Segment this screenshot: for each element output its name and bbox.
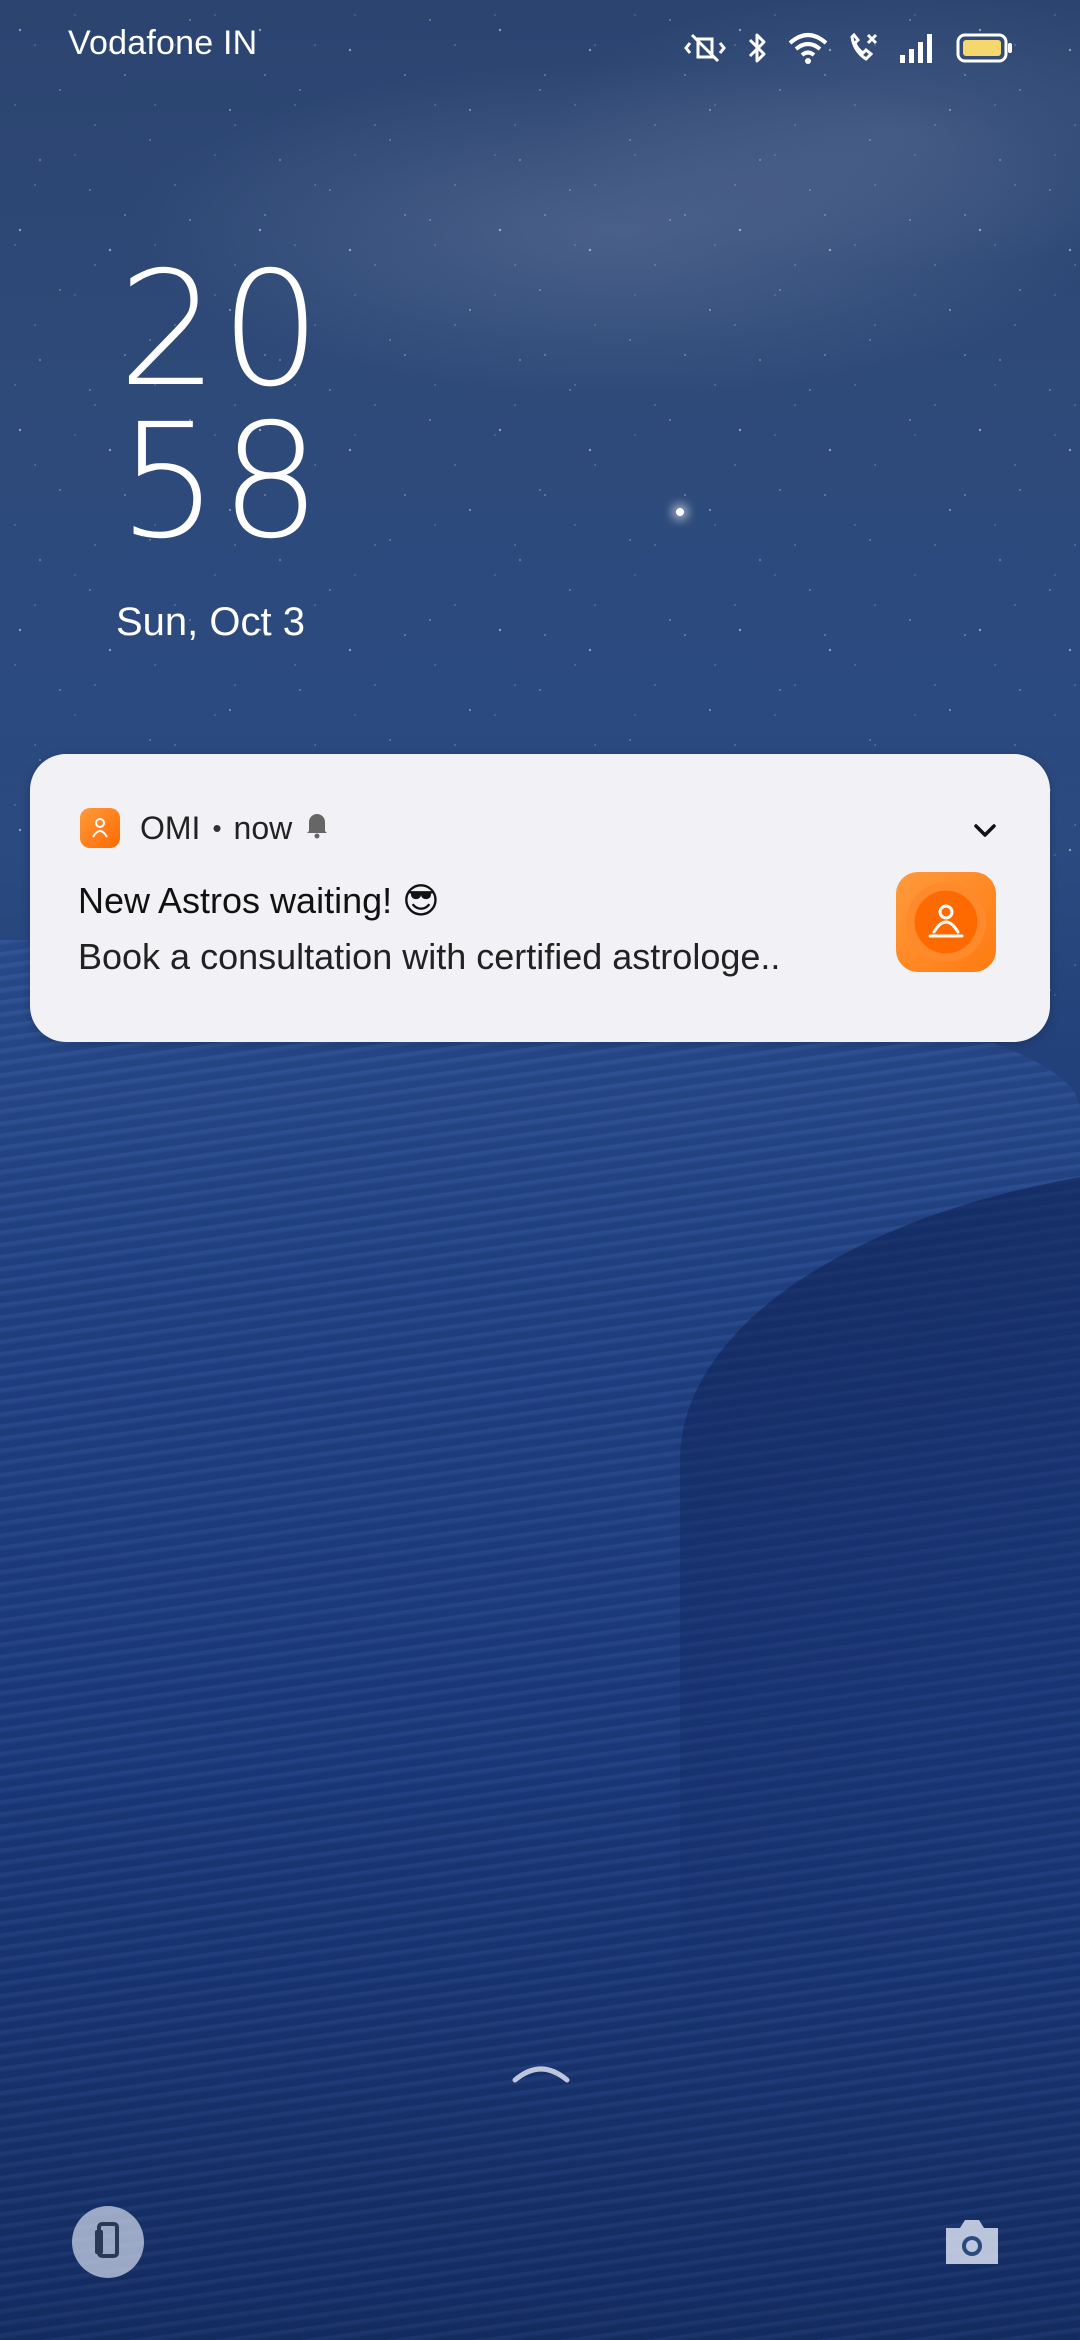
status-bar: Vodafone IN	[0, 0, 1080, 96]
notification-separator: •	[212, 813, 222, 843]
clock-minutes: 58	[118, 390, 324, 574]
lockscreen-clock: 20 58	[118, 238, 324, 574]
notification-header: OMI • now	[140, 810, 330, 847]
bluetooth-icon	[746, 30, 770, 66]
carrier-name: Vodafone IN	[68, 24, 258, 62]
notification-body: Book a consultation with certified astro…	[78, 936, 781, 977]
lockscreen-date: Sun, Oct 3	[116, 600, 305, 644]
phone-icon	[91, 2220, 125, 2265]
call-icon	[846, 31, 880, 65]
signal-icon	[898, 31, 938, 65]
notification-card[interactable]: OMI • now New Astros waiting! 😎 Book a c…	[30, 754, 1050, 1042]
notification-title: New Astros waiting! 😎	[78, 880, 440, 921]
camera-icon[interactable]	[940, 2212, 1004, 2272]
notification-large-icon	[896, 872, 996, 972]
bell-icon	[304, 810, 330, 847]
clock-hours: 20	[118, 238, 324, 422]
wifi-icon	[788, 31, 828, 65]
omi-app-icon	[80, 808, 120, 848]
wallpaper-bright-star	[676, 508, 684, 516]
notification-time: now	[233, 810, 293, 846]
omi-logo-icon	[906, 882, 986, 962]
phone-shortcut-button[interactable]	[72, 2206, 144, 2278]
expand-chevron-icon[interactable]	[970, 816, 1000, 846]
status-icons	[682, 28, 1014, 68]
battery-icon	[956, 31, 1014, 65]
chevron-up-icon[interactable]	[511, 2056, 571, 2086]
notification-app-name: OMI	[140, 810, 201, 846]
vibrate-icon	[682, 31, 728, 65]
lock-screen: Vodafone IN 20 58 Sun, Oct 3 OMI • now N…	[0, 0, 1080, 2340]
